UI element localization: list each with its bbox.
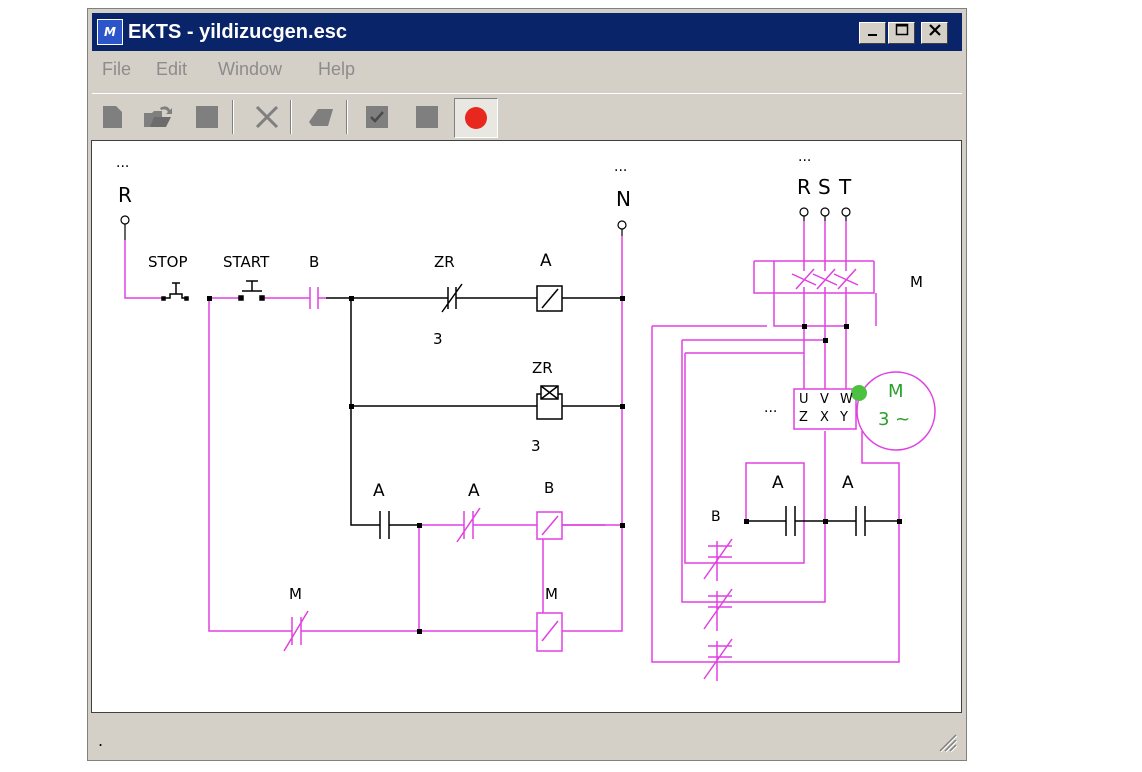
label-a5: A — [842, 473, 854, 493]
label-term-z: Z — [799, 410, 808, 425]
save-file-button[interactable] — [190, 100, 224, 134]
label-motor-m: M — [888, 381, 904, 402]
new-file-icon — [96, 106, 130, 138]
label-stop: STOP — [148, 253, 188, 271]
record-button[interactable] — [454, 98, 498, 138]
close-button[interactable] — [921, 22, 948, 44]
label-term-w: W — [840, 392, 853, 407]
title-bar[interactable]: M EKTS - yildizucgen.esc — [92, 13, 962, 51]
label-term-u: U — [799, 392, 809, 407]
eraser-button[interactable] — [304, 100, 338, 134]
label-a3: A — [468, 481, 480, 501]
stop-button[interactable] — [410, 100, 444, 134]
label-m1: M — [289, 585, 302, 603]
resize-grip-icon[interactable] — [936, 731, 958, 753]
label-b1: B — [309, 253, 320, 271]
label-term-x: X — [820, 410, 829, 425]
save-file-icon — [190, 106, 224, 138]
status-bar: . — [92, 731, 962, 757]
menu-help[interactable]: Help — [318, 59, 355, 80]
label-m2: M — [545, 585, 558, 603]
label-a4: A — [772, 473, 784, 493]
eraser-icon — [304, 109, 338, 138]
check-button[interactable] — [360, 100, 394, 134]
menu-window[interactable]: Window — [218, 59, 282, 80]
label-rst-dots: ... — [798, 149, 812, 165]
status-text: . — [98, 731, 104, 750]
ekts-logo-icon: M — [97, 19, 123, 45]
open-file-button[interactable] — [140, 100, 174, 134]
menu-bar: File Edit Window Help — [92, 57, 962, 83]
circuit-canvas[interactable]: ... R ... N STOP START B ZR 3 A ZR 3 A A… — [91, 140, 962, 713]
label-zr1-value: 3 — [433, 330, 443, 348]
new-file-button[interactable] — [96, 100, 130, 134]
delete-icon — [250, 105, 284, 138]
label-motor-phase: 3 ~ — [878, 409, 911, 430]
menu-file[interactable]: File — [102, 59, 131, 80]
maximize-button[interactable] — [888, 22, 915, 44]
toolbar-separator — [346, 100, 348, 134]
label-term-y: Y — [840, 410, 848, 425]
toolbar — [92, 93, 962, 140]
record-icon — [465, 107, 487, 129]
label-b3: B — [711, 509, 721, 525]
open-file-icon — [140, 106, 174, 138]
label-term-dots: ... — [764, 400, 778, 416]
minimize-icon — [867, 25, 879, 41]
label-a2: A — [373, 481, 385, 501]
label-r-dots: ... — [116, 155, 130, 171]
label-zr1: ZR — [434, 253, 455, 271]
window-title: EKTS - yildizucgen.esc — [128, 21, 347, 43]
label-r: R — [118, 183, 132, 207]
label-term-v: V — [820, 392, 829, 407]
minimize-button[interactable] — [859, 22, 886, 44]
label-zr2: ZR — [532, 359, 553, 377]
toolbar-separator — [290, 100, 292, 134]
label-start: START — [223, 253, 270, 271]
label-contactor-m: M — [910, 273, 923, 291]
label-a1: A — [540, 251, 552, 271]
stop-icon — [410, 106, 444, 138]
label-s: S — [818, 175, 831, 199]
label-n-dots: ... — [614, 159, 628, 175]
label-b2: B — [544, 479, 555, 497]
check-icon — [360, 106, 394, 138]
maximize-icon — [895, 23, 909, 41]
label-zr2-value: 3 — [531, 437, 541, 455]
delete-button[interactable] — [250, 100, 284, 134]
toolbar-separator — [232, 100, 234, 134]
label-t: T — [839, 175, 852, 199]
close-icon — [928, 24, 942, 41]
label-n: N — [616, 187, 631, 211]
label-r2: R — [797, 175, 811, 199]
menu-edit[interactable]: Edit — [156, 59, 187, 80]
